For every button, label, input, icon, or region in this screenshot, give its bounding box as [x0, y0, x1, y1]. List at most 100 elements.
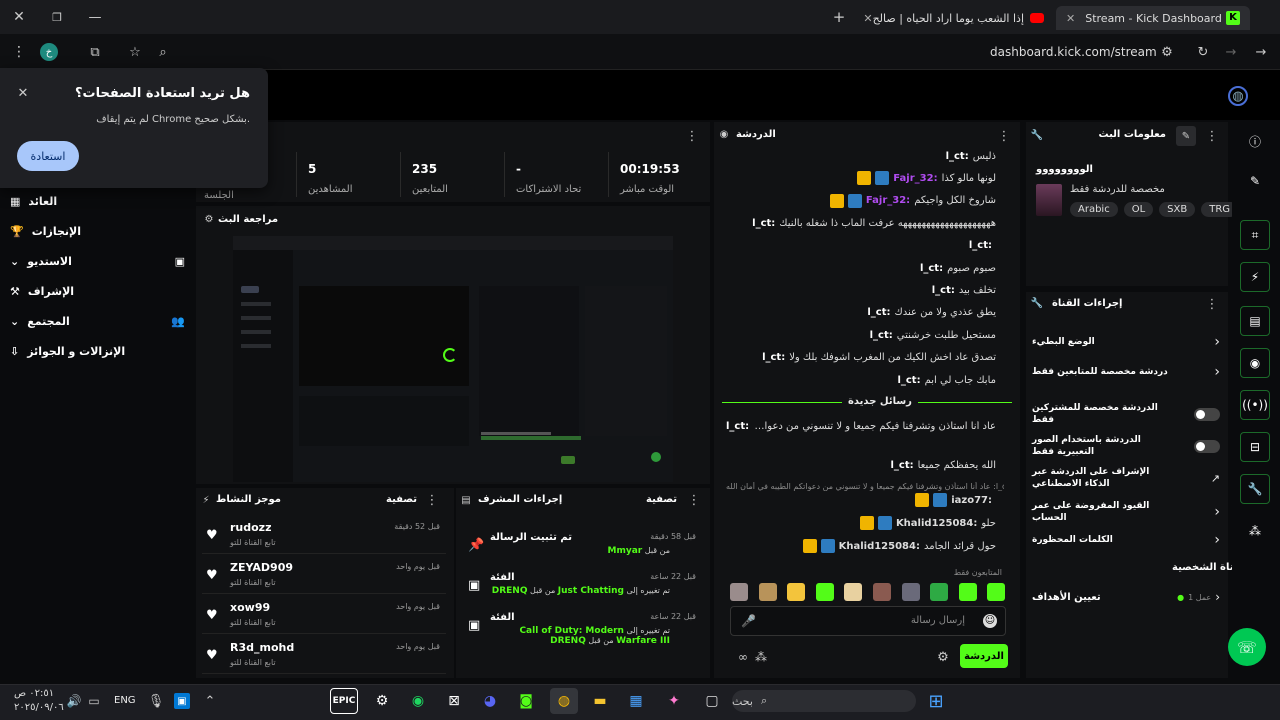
game-launcher-icon[interactable]: ⊠	[440, 688, 468, 714]
clock-time[interactable]: ٠٢:٥١ ص	[14, 688, 54, 699]
tag-badge[interactable]: Arabic	[1070, 202, 1118, 217]
close-window-icon[interactable]: ✕	[8, 6, 30, 28]
tag-badge[interactable]: SXB	[1159, 202, 1196, 217]
network-icon[interactable]: ▭	[86, 693, 102, 709]
bubbles-icon[interactable]: ⁂	[1240, 516, 1270, 546]
toggle-switch[interactable]	[1194, 439, 1220, 453]
site-settings-icon[interactable]: ⚙	[1156, 41, 1178, 63]
message-user[interactable]: Fajr_32:	[893, 173, 937, 184]
emote-icon[interactable]	[758, 583, 777, 601]
support-chat-button[interactable]: ☏	[1228, 628, 1266, 666]
store-icon[interactable]: ▦	[622, 688, 650, 714]
more-icon[interactable]: ⋮	[1204, 296, 1220, 312]
profile-avatar[interactable]: خ	[40, 43, 58, 61]
channel-action-item[interactable]: الوضع البطيء ›	[1032, 334, 1220, 350]
emote-icon[interactable]	[930, 583, 949, 601]
emoji-icon[interactable]: ☺	[983, 614, 997, 628]
chat-icon[interactable]: ◉	[1240, 348, 1270, 378]
emote-icon[interactable]	[730, 583, 748, 601]
message-user[interactable]: l_ct:	[762, 352, 785, 363]
tools-icon[interactable]: 🔧	[1240, 474, 1270, 504]
restore-button[interactable]: استعادة	[17, 141, 79, 171]
back-icon[interactable]: →	[1250, 41, 1272, 63]
edit-icon[interactable]: ✎	[1176, 126, 1196, 146]
message-user[interactable]: l_ct:	[870, 330, 893, 341]
sidebar-item-moderation[interactable]: ⚒ الإشراف	[10, 278, 185, 304]
copilot-icon[interactable]: ✦	[660, 688, 688, 714]
channel-action-item[interactable]: دردشة مخصصة للمتابعين فقط ›	[1032, 364, 1220, 380]
message-user[interactable]: Khalid125084:	[896, 518, 977, 529]
stream-video[interactable]	[233, 236, 673, 482]
emote-icon[interactable]	[873, 583, 891, 601]
extensions-icon[interactable]: ⧉	[84, 41, 106, 63]
emote-icon[interactable]	[815, 583, 834, 601]
list-item[interactable]: ♥ rudozz تابع القناة للتو قبل 52 دقيقة	[202, 518, 446, 554]
channel-action-item[interactable]: الدردشة مخصصة للمشتركين فقط	[1032, 402, 1220, 426]
sidebar-item-revenue[interactable]: ▦ العائد	[10, 188, 185, 214]
gear-icon[interactable]: ⚙	[202, 212, 216, 226]
task-view-icon[interactable]: ▢	[698, 688, 726, 714]
document-icon[interactable]: ▤	[1240, 306, 1270, 336]
layout-icon[interactable]: ⊟	[1240, 432, 1270, 462]
close-icon[interactable]: ✕	[14, 84, 32, 102]
user-avatar[interactable]: ◍	[1228, 86, 1248, 106]
restore-window-icon[interactable]: ❐	[46, 6, 68, 28]
emote-icon[interactable]	[787, 583, 806, 601]
message-user[interactable]: Khalid125084:	[839, 541, 920, 552]
message-user[interactable]: l_ct:	[946, 151, 969, 162]
message-user[interactable]: l_ct:	[932, 285, 955, 296]
more-icon[interactable]: ⋮	[996, 128, 1012, 144]
steam-icon[interactable]: ⚙	[368, 688, 396, 714]
broadcast-icon[interactable]: ((•))	[1240, 390, 1270, 420]
filter-button[interactable]: تصفية	[386, 494, 417, 505]
url-text[interactable]: dashboard.kick.com/stream	[990, 45, 1157, 59]
bolt-icon[interactable]: ⚡	[1240, 262, 1270, 292]
message-user[interactable]: Fajr_32:	[866, 195, 910, 206]
app-tray-icon[interactable]: ▣	[174, 693, 190, 709]
chevron-up-icon[interactable]: ⌃	[202, 693, 218, 709]
message-user[interactable]: l_ct:	[867, 307, 890, 318]
message-user[interactable]: iazo77:	[951, 495, 992, 506]
bookmark-star-icon[interactable]: ☆	[124, 41, 146, 63]
set-goals-row[interactable]: تعيين الأهداف ● عمل 1 ›	[1032, 590, 1220, 604]
edit-icon[interactable]: ✎	[1240, 166, 1270, 196]
epic-games-icon[interactable]: EPIC	[330, 688, 358, 714]
search-icon[interactable]: ⌕	[152, 41, 174, 63]
channel-action-item[interactable]: الإشراف على الدردشة عبر الذكاء الاصطناعي…	[1032, 466, 1220, 490]
close-tab-icon[interactable]: ✕	[1066, 12, 1075, 25]
filter-button[interactable]: تصفية	[646, 494, 677, 505]
emote-icon[interactable]	[958, 583, 977, 601]
channel-action-item[interactable]: الكلمات المحظورة ›	[1032, 532, 1220, 548]
sidebar-item-studio[interactable]: ⌄ الاستديو ▣	[10, 248, 185, 274]
forward-icon[interactable]: →	[1220, 41, 1242, 63]
channel-action-item[interactable]: الدردشة باستخدام الصور التعبيرية فقط	[1032, 434, 1220, 458]
sidebar-item-drops[interactable]: ⇩ الإنزالات و الجوائز	[10, 338, 185, 364]
message-user[interactable]: l_ct:	[897, 375, 920, 386]
sidebar-item-community[interactable]: ⌄ المجتمع 👥	[10, 308, 185, 334]
more-icon[interactable]: ⋮	[1204, 128, 1220, 144]
channel-action-item[interactable]: القيود المفروضة على عمر الحساب ›	[1032, 500, 1220, 524]
info-icon[interactable]: ⓘ	[1240, 126, 1270, 156]
list-item[interactable]: ▣ الفئة قبل 22 ساعة تم تغييره إلى Just Chat…	[462, 570, 702, 608]
taskbar-search[interactable]: ⌕ بحث	[732, 690, 916, 712]
emote-icon[interactable]	[901, 583, 920, 601]
list-item[interactable]: ♥ R3d_mohd تابع القناة للتو قبل يوم واحد	[202, 638, 446, 674]
infinity-icon[interactable]: ∞	[734, 648, 752, 666]
menu-dots-icon[interactable]: ⋮	[8, 41, 30, 63]
message-user[interactable]: l_ct:	[890, 460, 913, 471]
list-item[interactable]: ▣ الفئة قبل 22 ساعة تم تغييره إلى Call of D…	[462, 610, 702, 648]
close-tab-icon[interactable]: ✕	[863, 12, 872, 25]
language-indicator[interactable]: ENG	[114, 695, 136, 706]
microphone-icon[interactable]: 🎙	[148, 693, 165, 709]
bubbles-icon[interactable]: ⁂	[752, 648, 770, 666]
crop-icon[interactable]: ⌗	[1240, 220, 1270, 250]
message-user[interactable]: l_ct:	[920, 263, 943, 274]
sidebar-item-achievements[interactable]: 🏆 الإنجازات	[10, 218, 185, 244]
tab-youtube[interactable]: إذا الشعب يوما اراد الحياه | صالح ✕	[858, 6, 1054, 30]
list-item[interactable]: 📌 تم تثبيت الرسالة قبل 58 دقيقة من قبل Mmya…	[462, 530, 702, 568]
emote-icon[interactable]	[987, 583, 1006, 601]
chat-settings-icon[interactable]: ⚙	[934, 648, 952, 666]
kick-app-icon[interactable]: ◙	[512, 688, 540, 714]
message-user[interactable]: l_ct:	[726, 421, 749, 432]
file-explorer-icon[interactable]: ▬	[586, 688, 614, 714]
